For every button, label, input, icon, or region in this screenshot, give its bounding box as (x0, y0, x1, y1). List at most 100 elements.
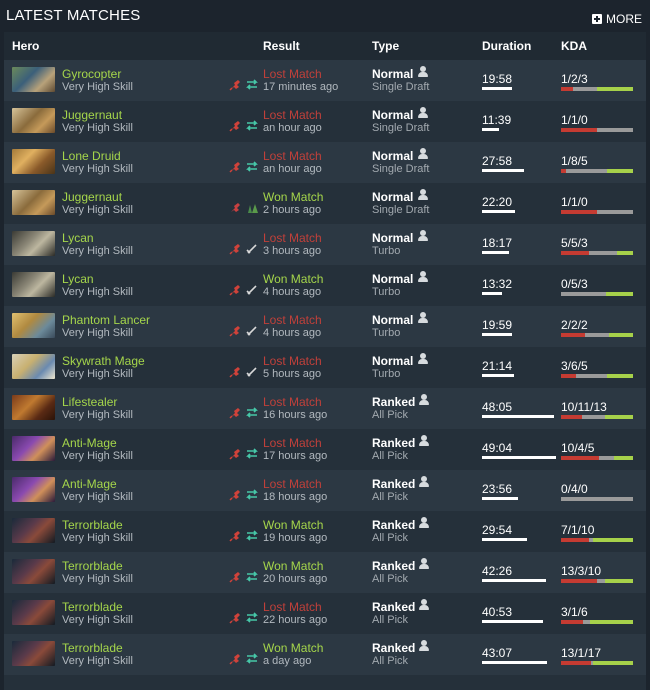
result-link[interactable]: Lost Match (263, 231, 322, 245)
solo-queue-icon (418, 271, 428, 283)
hero-portrait[interactable] (12, 518, 55, 543)
lobby-type: Turbo (372, 368, 401, 380)
match-time: 2 hours ago (263, 204, 322, 216)
lane-icon (229, 613, 240, 624)
game-mode: Normal (372, 313, 414, 327)
table-row[interactable]: Phantom Lancer Very High Skill Lost Match 4… (4, 306, 646, 347)
table-row[interactable]: Juggernaut Very High Skill Lost Match an ho… (4, 101, 646, 142)
arrows-icon (246, 571, 258, 582)
hero-name-link[interactable]: Juggernaut (62, 190, 122, 204)
duration-bar (482, 210, 515, 213)
hero-name-link[interactable]: Terrorblade (62, 518, 123, 532)
table-row[interactable]: Terrorblade Very High Skill Won Match 19 ho… (4, 511, 646, 552)
match-time: 5 hours ago (263, 368, 322, 380)
skill-bracket: Very High Skill (62, 655, 133, 667)
table-row[interactable]: Skywrath Mage Very High Skill Lost Match 5 … (4, 347, 646, 388)
hero-name-link[interactable]: Terrorblade (62, 641, 123, 655)
hero-name-link[interactable]: Skywrath Mage (62, 354, 145, 368)
kda-assists-segment (593, 661, 633, 665)
lane-icon (229, 572, 240, 583)
lane-icon (229, 162, 240, 173)
table-row[interactable]: Juggernaut Very High Skill Won Match 2 hour… (4, 183, 646, 224)
hero-name-link[interactable]: Anti-Mage (62, 436, 117, 450)
result-link[interactable]: Lost Match (263, 395, 322, 409)
hero-portrait[interactable] (12, 354, 55, 379)
result-link[interactable]: Won Match (263, 559, 323, 573)
plus-icon (592, 14, 602, 24)
hero-name-link[interactable]: Lone Druid (62, 149, 121, 163)
table-row[interactable]: Anti-Mage Very High Skill Lost Match 17 hou… (4, 429, 646, 470)
hero-name-link[interactable]: Lycan (62, 272, 94, 286)
more-button[interactable]: MORE (592, 12, 642, 26)
skill-bracket: Very High Skill (62, 81, 133, 93)
result-link[interactable]: Lost Match (263, 600, 322, 614)
hero-portrait[interactable] (12, 67, 55, 92)
hero-portrait[interactable] (12, 641, 55, 666)
skill-bracket: Very High Skill (62, 327, 133, 339)
kda-kills-segment (561, 251, 589, 255)
game-mode: Normal (372, 231, 414, 245)
match-time: 3 hours ago (263, 245, 322, 257)
hero-name-link[interactable]: Phantom Lancer (62, 313, 150, 327)
table-row[interactable]: Lycan Very High Skill Won Match 4 hours ago… (4, 265, 646, 306)
hero-name-link[interactable]: Gyrocopter (62, 67, 121, 81)
kda-value: 2/2/2 (561, 318, 588, 332)
hero-portrait[interactable] (12, 600, 55, 625)
result-link[interactable]: Won Match (263, 518, 323, 532)
result-link[interactable]: Lost Match (263, 436, 322, 450)
duration-bar (482, 251, 509, 254)
hero-name-link[interactable]: Juggernaut (62, 108, 122, 122)
duration-bar (482, 661, 547, 664)
hero-portrait[interactable] (12, 272, 55, 297)
hero-portrait[interactable] (12, 108, 55, 133)
kda-assists-segment (617, 251, 633, 255)
result-link[interactable]: Won Match (263, 641, 323, 655)
match-icons (229, 242, 259, 256)
lane-icon (229, 121, 240, 132)
match-time: 22 hours ago (263, 614, 328, 626)
hero-portrait[interactable] (12, 395, 55, 420)
lobby-type: All Pick (372, 450, 409, 462)
table-row[interactable]: Terrorblade Very High Skill Lost Match 22 h… (4, 593, 646, 634)
table-row[interactable]: Terrorblade Very High Skill Won Match 20 ho… (4, 552, 646, 593)
game-mode: Ranked (372, 600, 416, 614)
hero-portrait[interactable] (12, 231, 55, 256)
match-icons (229, 611, 259, 625)
kda-assists-segment (606, 292, 633, 296)
result-link[interactable]: Lost Match (263, 477, 322, 491)
match-icons (229, 652, 259, 666)
result-link[interactable]: Lost Match (263, 354, 322, 368)
hero-portrait[interactable] (12, 149, 55, 174)
table-row[interactable]: Lycan Very High Skill Lost Match 3 hours ag… (4, 224, 646, 265)
match-icons (229, 78, 259, 92)
skill-bracket: Very High Skill (62, 368, 133, 380)
hero-name-link[interactable]: Terrorblade (62, 600, 123, 614)
result-link[interactable]: Lost Match (263, 149, 322, 163)
kda-deaths-segment (576, 374, 607, 378)
lane-icon (229, 449, 240, 460)
match-time: 4 hours ago (263, 327, 322, 339)
arrows-icon (246, 407, 258, 418)
table-row[interactable]: Gyrocopter Very High Skill Lost Match 17 mi… (4, 60, 646, 101)
hero-portrait[interactable] (12, 436, 55, 461)
hero-portrait[interactable] (12, 559, 55, 584)
table-row[interactable]: Anti-Mage Very High Skill Lost Match 18 hou… (4, 470, 646, 511)
result-link[interactable]: Won Match (263, 190, 323, 204)
hero-name-link[interactable]: Lycan (62, 231, 94, 245)
table-row[interactable]: Terrorblade Very High Skill Won Match a day… (4, 634, 646, 675)
hero-name-link[interactable]: Anti-Mage (62, 477, 117, 491)
duration-bar (482, 292, 502, 295)
hero-name-link[interactable]: Terrorblade (62, 559, 123, 573)
result-link[interactable]: Won Match (263, 272, 323, 286)
result-link[interactable]: Lost Match (263, 67, 322, 81)
table-row[interactable]: Lifestealer Very High Skill Lost Match 16 h… (4, 388, 646, 429)
table-row[interactable]: Lone Druid Very High Skill Lost Match an ho… (4, 142, 646, 183)
kda-bar (561, 210, 633, 214)
hero-portrait[interactable] (12, 477, 55, 502)
result-link[interactable]: Lost Match (263, 108, 322, 122)
hero-name-link[interactable]: Lifestealer (62, 395, 117, 409)
hero-portrait[interactable] (12, 190, 55, 215)
result-link[interactable]: Lost Match (263, 313, 322, 327)
hero-portrait[interactable] (12, 313, 55, 338)
kda-deaths-segment (561, 497, 633, 501)
